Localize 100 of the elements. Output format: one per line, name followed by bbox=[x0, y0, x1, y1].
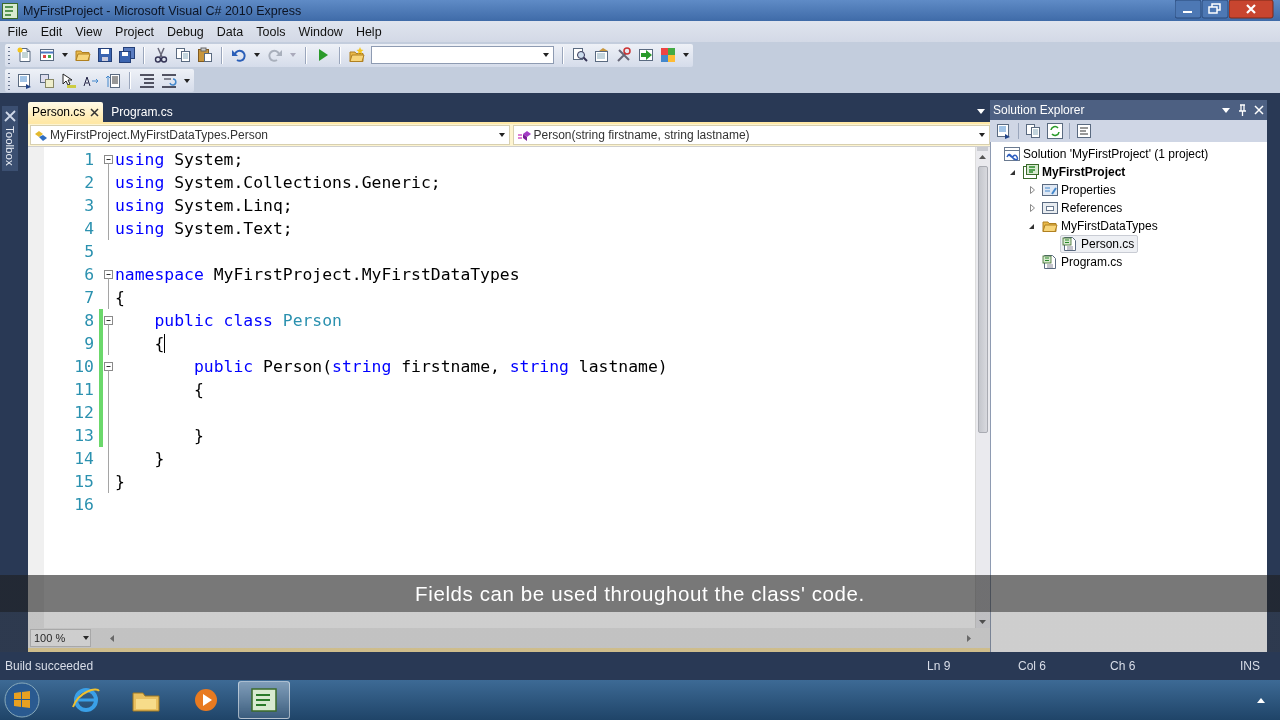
menu-item[interactable]: Window bbox=[291, 24, 350, 39]
line-number: 6 bbox=[83, 265, 95, 284]
solution-icon bbox=[1004, 146, 1020, 162]
line-number: 7 bbox=[83, 288, 95, 307]
code-line: } bbox=[115, 472, 125, 491]
new-project-icon[interactable] bbox=[17, 47, 33, 63]
menu-item[interactable]: Edit bbox=[34, 24, 69, 39]
folder-icon[interactable] bbox=[349, 47, 365, 63]
toolbox-tab[interactable]: Toolbox bbox=[2, 106, 18, 171]
tray-expand-icon[interactable] bbox=[1256, 696, 1266, 704]
line-number: 1 bbox=[83, 150, 95, 169]
code-line: using System.Text; bbox=[115, 219, 293, 238]
type-dropdown[interactable]: MyFirstProject.MyFirstDataTypes.Person bbox=[30, 125, 510, 145]
add-item-icon[interactable] bbox=[39, 47, 55, 63]
start-button[interactable] bbox=[3, 681, 41, 719]
tree-item[interactable]: MyFirstDataTypes bbox=[1041, 218, 1161, 234]
caption-text: Fields can be used throughout the class' code. bbox=[415, 582, 865, 604]
pointer-icon[interactable] bbox=[61, 72, 77, 89]
copy-icon[interactable] bbox=[175, 47, 191, 63]
close-button[interactable] bbox=[1229, 0, 1274, 19]
blocks-icon[interactable] bbox=[660, 47, 676, 63]
caret-icon bbox=[542, 51, 550, 59]
document-list-caret-icon[interactable] bbox=[976, 107, 986, 116]
code-line: public Person(string firstname, string lastname) bbox=[192, 357, 668, 376]
windows-icon[interactable] bbox=[39, 72, 55, 89]
menu-item[interactable]: View bbox=[68, 24, 109, 39]
caret-icon[interactable] bbox=[61, 51, 69, 59]
restore-button[interactable] bbox=[1202, 0, 1229, 19]
tree-item[interactable]: Solution 'MyFirstProject' (1 project) bbox=[1003, 146, 1212, 162]
line-number: 13 bbox=[73, 426, 95, 445]
csharp-app-icon bbox=[249, 685, 279, 715]
close-icon[interactable] bbox=[89, 106, 101, 118]
scrollbar-thumb[interactable] bbox=[978, 166, 988, 433]
panel-title: Solution Explorer bbox=[993, 103, 1086, 117]
code-line: { bbox=[115, 288, 125, 307]
caret-icon bbox=[978, 131, 986, 139]
split-handle-icon[interactable] bbox=[976, 147, 989, 151]
page-arrow-icon[interactable] bbox=[105, 72, 121, 89]
save-icon[interactable] bbox=[97, 47, 113, 63]
taskbar-button[interactable] bbox=[238, 681, 290, 719]
minimize-button[interactable] bbox=[1175, 0, 1202, 19]
line-number: 10 bbox=[73, 357, 95, 376]
member-dropdown[interactable]: Person(string firstname, string lastname) bbox=[512, 125, 990, 145]
csharp-file-icon bbox=[1062, 236, 1078, 252]
tree-item[interactable]: MyFirstProject bbox=[1022, 164, 1129, 180]
zoom-dropdown[interactable]: 100 % bbox=[30, 629, 91, 647]
line-number: 4 bbox=[83, 219, 95, 238]
view-code-icon[interactable] bbox=[1076, 123, 1092, 139]
caret-icon[interactable] bbox=[253, 51, 261, 59]
insert-mode-indicator: INS bbox=[1240, 659, 1260, 673]
line-number: 12 bbox=[73, 403, 95, 422]
csharp-project-icon bbox=[1023, 164, 1039, 180]
tools-icon[interactable] bbox=[616, 47, 632, 63]
line-number: 16 bbox=[73, 495, 95, 514]
code-line: namespace MyFirstProject.MyFirstDataTypes bbox=[115, 265, 520, 284]
line-number: 2 bbox=[83, 173, 95, 192]
column-indicator: Col 6 bbox=[1018, 659, 1046, 673]
menu-item[interactable]: File bbox=[1, 24, 35, 39]
line-number: 3 bbox=[83, 196, 95, 215]
paste-icon[interactable] bbox=[197, 47, 213, 63]
references-icon bbox=[1042, 200, 1058, 216]
browser-icon bbox=[71, 685, 101, 715]
line-number: 14 bbox=[73, 449, 95, 468]
arrow-box-icon[interactable] bbox=[638, 47, 654, 63]
open-folder-icon[interactable] bbox=[75, 47, 91, 63]
tree-item[interactable]: Program.cs bbox=[1041, 254, 1126, 270]
save-all-icon[interactable] bbox=[119, 47, 135, 63]
menu-item[interactable]: Help bbox=[349, 24, 389, 39]
indent-icon[interactable] bbox=[139, 72, 155, 89]
list-page-icon[interactable] bbox=[17, 72, 33, 89]
line-indicator: Ln 9 bbox=[927, 659, 951, 673]
menu-item[interactable]: Tools bbox=[249, 24, 292, 39]
editor-tab[interactable]: Person.cs bbox=[28, 102, 104, 122]
csharp-file-icon bbox=[1042, 254, 1058, 270]
outdent-icon[interactable] bbox=[161, 72, 177, 89]
undo-icon[interactable] bbox=[231, 47, 247, 63]
tree-item[interactable]: Person.cs bbox=[1060, 235, 1139, 253]
cut-icon[interactable] bbox=[153, 47, 169, 63]
scroll-left-arrow-icon[interactable] bbox=[107, 632, 117, 644]
overflow-caret-icon[interactable] bbox=[682, 51, 690, 59]
refresh-icon[interactable] bbox=[1047, 123, 1063, 139]
menu-item[interactable]: Data bbox=[210, 24, 250, 39]
configuration-dropdown[interactable] bbox=[371, 46, 554, 64]
show-all-files-icon[interactable] bbox=[1025, 123, 1041, 139]
code-line: } bbox=[192, 426, 204, 445]
code-line: using System.Linq; bbox=[115, 196, 293, 215]
tree-item[interactable]: References bbox=[1041, 200, 1126, 216]
editor-tab[interactable]: Program.cs bbox=[107, 102, 176, 122]
menu-item[interactable]: Debug bbox=[160, 24, 211, 39]
caret-icon[interactable] bbox=[1221, 105, 1231, 115]
find-icon[interactable] bbox=[572, 47, 588, 63]
overflow-caret-icon[interactable] bbox=[183, 76, 191, 85]
caret-icon bbox=[82, 634, 90, 642]
menu-item[interactable]: Project bbox=[108, 24, 161, 39]
scroll-right-arrow-icon[interactable] bbox=[964, 632, 974, 644]
tree-item[interactable]: Properties bbox=[1041, 182, 1119, 198]
vertical-scrollbar[interactable] bbox=[975, 147, 990, 628]
code-line: { bbox=[192, 380, 204, 399]
pin-icon[interactable] bbox=[1237, 104, 1248, 116]
status-message: Build succeeded bbox=[5, 659, 94, 673]
